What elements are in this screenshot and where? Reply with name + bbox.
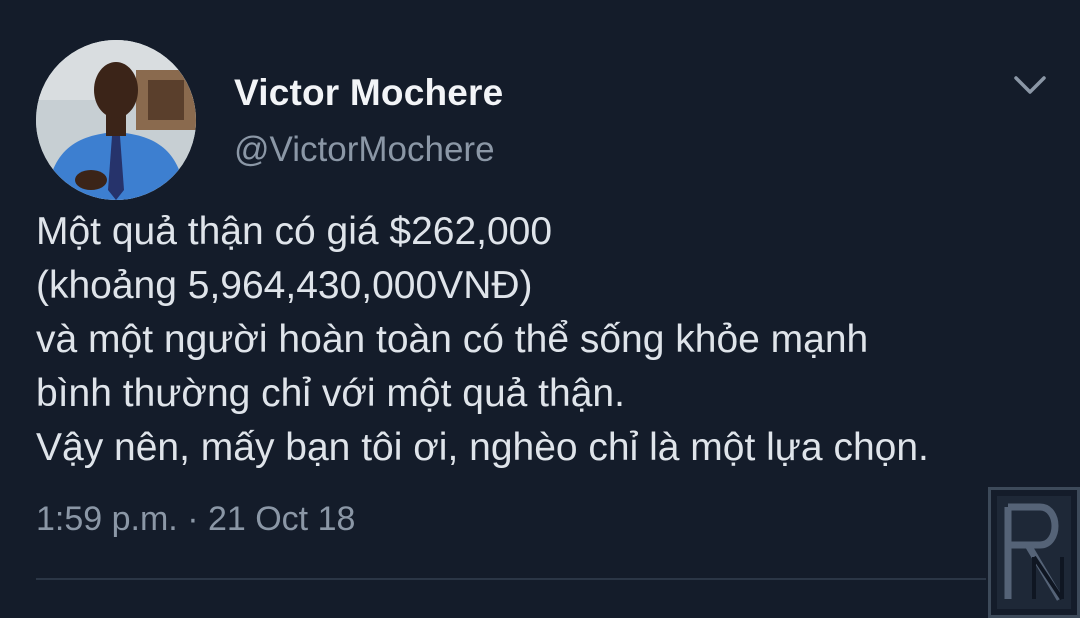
avatar-photo — [36, 40, 196, 200]
tweet-text-line: Một quả thận có giá $262,000 — [36, 210, 553, 253]
tweet-text-line: Vậy nên, mấy bạn tôi ơi, nghèo chỉ là mộ… — [36, 426, 929, 469]
tweet-text: Một quả thận có giá $262,000 (khoảng 5,9… — [36, 205, 1080, 475]
tweet-text-line: (khoảng 5,964,430,000VNĐ) — [36, 264, 533, 307]
tweet-timestamp[interactable]: 1:59 p.m. · 21 Oct 18 — [36, 500, 355, 539]
tweet-card: Victor Mochere @VictorMochere Một quả th… — [0, 0, 1080, 618]
avatar[interactable] — [36, 40, 196, 200]
author-name[interactable]: Victor Mochere — [234, 72, 503, 114]
rn-logo-icon — [988, 487, 1080, 618]
tweet-text-line: bình thường chỉ với một quả thận. — [36, 372, 625, 415]
chevron-down-icon[interactable] — [1010, 70, 1050, 100]
author-handle[interactable]: @VictorMochere — [234, 130, 495, 170]
divider — [36, 578, 986, 580]
tweet-text-line: và một người hoàn toàn có thể sống khỏe … — [36, 318, 869, 361]
